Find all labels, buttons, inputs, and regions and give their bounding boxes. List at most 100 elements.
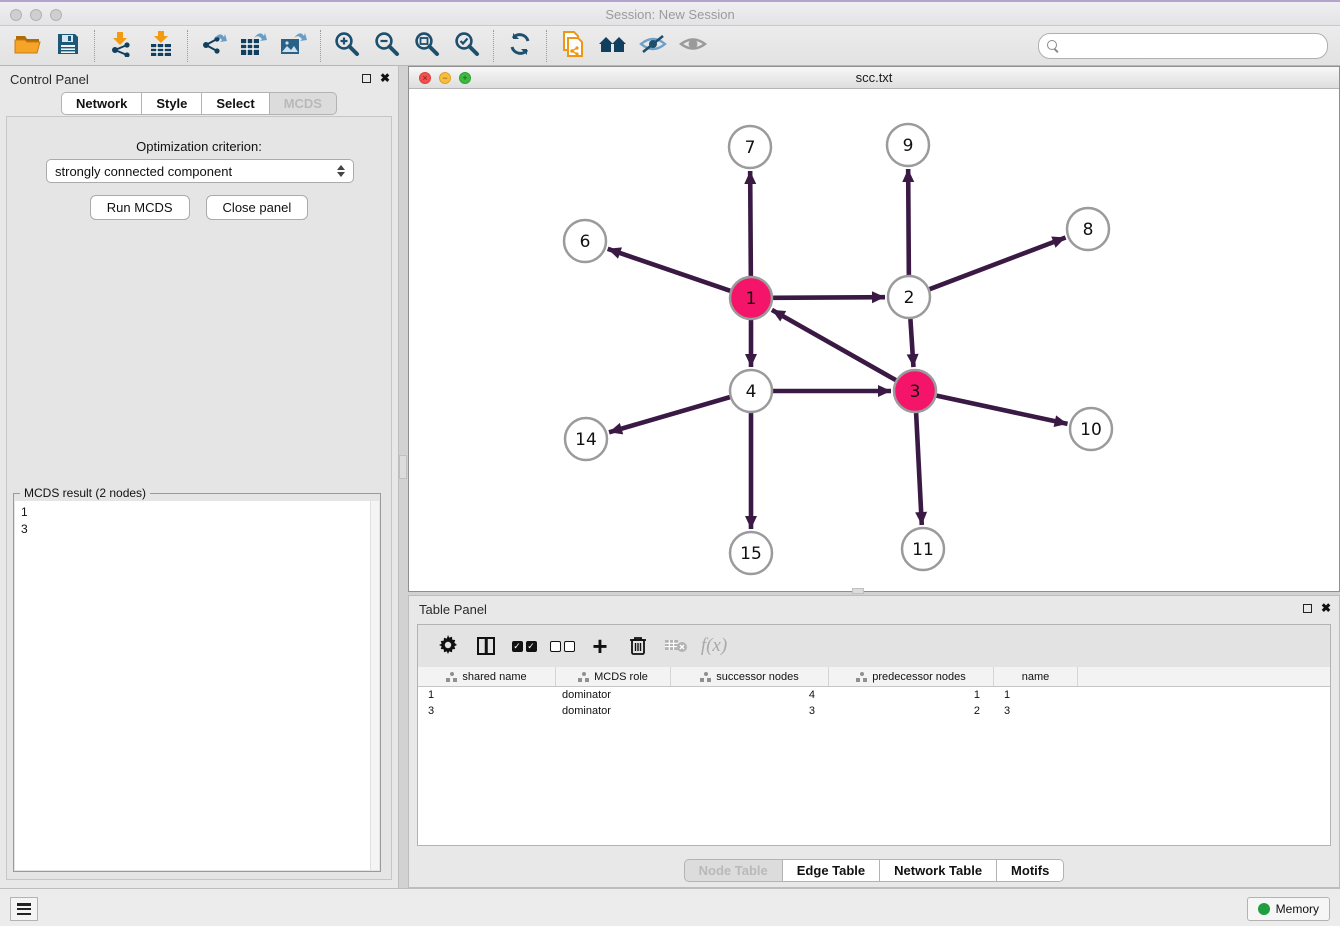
function-icon: f(x) xyxy=(701,635,727,657)
tab-mcds[interactable]: MCDS xyxy=(270,92,337,115)
graph-edge-4-14[interactable] xyxy=(609,397,730,432)
graph-edge-1-6[interactable] xyxy=(608,249,730,291)
add-column-button[interactable]: + xyxy=(586,632,614,660)
table-panel: Table Panel ✖ ✓✓ + xyxy=(408,595,1340,888)
result-line: 3 xyxy=(21,521,379,538)
list-icon xyxy=(17,903,31,915)
graph-edge-3-10[interactable] xyxy=(937,396,1068,424)
hide-panels-button[interactable] xyxy=(633,29,673,63)
tab-edge-table[interactable]: Edge Table xyxy=(783,859,880,882)
cell-predecessor-nodes[interactable]: 2 xyxy=(829,703,994,719)
float-panel-icon[interactable] xyxy=(1303,604,1312,613)
cell-successor-nodes[interactable]: 3 xyxy=(671,703,829,719)
column-header-mcds-role[interactable]: MCDS role xyxy=(556,667,671,686)
window-splitter-handle[interactable] xyxy=(852,588,864,594)
search-input[interactable] xyxy=(1064,36,1327,56)
network-canvas[interactable]: 7968124314101511 xyxy=(409,90,1339,591)
gear-icon xyxy=(438,635,458,658)
cell-successor-nodes[interactable]: 4 xyxy=(671,687,829,703)
zoom-out-icon xyxy=(374,31,400,60)
cell-name[interactable]: 3 xyxy=(994,703,1078,719)
save-session-button[interactable] xyxy=(48,29,88,63)
column-header-predecessor-nodes[interactable]: predecessor nodes xyxy=(829,667,994,686)
zoom-fit-button[interactable] xyxy=(407,29,447,63)
table-settings-button[interactable] xyxy=(434,632,462,660)
tab-style[interactable]: Style xyxy=(142,92,202,115)
table-row[interactable]: 1 dominator 4 1 1 xyxy=(418,687,1330,703)
tab-node-table[interactable]: Node Table xyxy=(684,859,783,882)
graph-edge-1-7[interactable] xyxy=(750,171,751,276)
column-label: successor nodes xyxy=(716,671,799,683)
mcds-result-title: MCDS result (2 nodes) xyxy=(20,486,150,500)
graph-node-label-1: 1 xyxy=(746,289,757,309)
zoom-in-button[interactable] xyxy=(327,29,367,63)
refresh-button[interactable] xyxy=(500,29,540,63)
table-panel-title: Table Panel xyxy=(419,602,487,617)
cell-shared-name[interactable]: 1 xyxy=(418,687,556,703)
export-image-button[interactable] xyxy=(274,29,314,63)
network-graph[interactable]: 7968124314101511 xyxy=(409,90,1339,593)
cell-mcds-role[interactable]: dominator xyxy=(556,703,671,719)
float-panel-icon[interactable] xyxy=(362,74,371,83)
run-mcds-button[interactable]: Run MCDS xyxy=(90,195,190,220)
zoom-out-button[interactable] xyxy=(367,29,407,63)
tab-select[interactable]: Select xyxy=(202,92,269,115)
close-panel-icon[interactable]: ✖ xyxy=(1321,602,1331,614)
network-window-titlebar[interactable]: × − + scc.txt xyxy=(409,67,1339,89)
show-eye-icon xyxy=(679,33,707,58)
zoom-selected-button[interactable] xyxy=(447,29,487,63)
tab-network[interactable]: Network xyxy=(61,92,142,115)
export-network-button[interactable] xyxy=(194,29,234,63)
close-panel-icon[interactable]: ✖ xyxy=(380,72,390,84)
trash-icon xyxy=(629,635,647,658)
graph-edge-3-11[interactable] xyxy=(916,413,922,525)
graph-edge-2-3[interactable] xyxy=(910,319,913,367)
main-toolbar xyxy=(0,26,1340,66)
select-all-icon: ✓✓ xyxy=(512,641,537,652)
graph-node-label-11: 11 xyxy=(912,540,934,560)
home-icon xyxy=(598,32,628,59)
graph-edge-3-1[interactable] xyxy=(772,310,896,380)
show-panels-button[interactable] xyxy=(673,29,713,63)
clone-network-button[interactable] xyxy=(553,29,593,63)
dropdown-stepper-icon xyxy=(337,165,345,177)
home-network-button[interactable] xyxy=(593,29,633,63)
graph-edge-2-9[interactable] xyxy=(908,169,909,275)
delete-column-button[interactable] xyxy=(624,632,652,660)
graph-edge-1-2[interactable] xyxy=(773,297,885,298)
graph-edge-2-8[interactable] xyxy=(930,238,1066,290)
close-panel-button[interactable]: Close panel xyxy=(206,195,309,220)
toolbar-separator xyxy=(320,30,321,62)
table-header-row: shared name MCDS role successor nodes pr… xyxy=(418,667,1330,687)
column-header-name[interactable]: name xyxy=(994,667,1078,686)
graph-node-label-7: 7 xyxy=(745,138,756,158)
import-table-button[interactable] xyxy=(141,29,181,63)
apply-function-button[interactable]: f(x) xyxy=(700,632,728,660)
result-scrollbar[interactable] xyxy=(370,501,379,870)
optimization-criterion-select[interactable]: strongly connected component xyxy=(46,159,354,183)
select-all-button[interactable]: ✓✓ xyxy=(510,632,538,660)
app-titlebar: Session: New Session xyxy=(0,0,1340,26)
column-header-successor-nodes[interactable]: successor nodes xyxy=(671,667,829,686)
cell-mcds-role[interactable]: dominator xyxy=(556,687,671,703)
open-session-button[interactable] xyxy=(8,29,48,63)
column-header-shared-name[interactable]: shared name xyxy=(418,667,556,686)
panel-splitter-handle[interactable] xyxy=(399,455,407,479)
export-table-button[interactable] xyxy=(234,29,274,63)
memory-button[interactable]: Memory xyxy=(1247,897,1330,921)
delete-table-button[interactable] xyxy=(662,632,690,660)
toolbar-separator xyxy=(187,30,188,62)
table-row[interactable]: 3 dominator 3 2 3 xyxy=(418,703,1330,719)
task-history-button[interactable] xyxy=(10,897,38,921)
show-columns-button[interactable] xyxy=(472,632,500,660)
cell-predecessor-nodes[interactable]: 1 xyxy=(829,687,994,703)
import-network-button[interactable] xyxy=(101,29,141,63)
tab-network-table[interactable]: Network Table xyxy=(880,859,997,882)
tab-motifs[interactable]: Motifs xyxy=(997,859,1064,882)
cell-shared-name[interactable]: 3 xyxy=(418,703,556,719)
cell-name[interactable]: 1 xyxy=(994,687,1078,703)
hide-eye-icon xyxy=(639,33,667,58)
mcds-result-text[interactable]: 1 3 xyxy=(15,501,379,870)
deselect-all-button[interactable] xyxy=(548,632,576,660)
search-field[interactable] xyxy=(1038,33,1328,59)
